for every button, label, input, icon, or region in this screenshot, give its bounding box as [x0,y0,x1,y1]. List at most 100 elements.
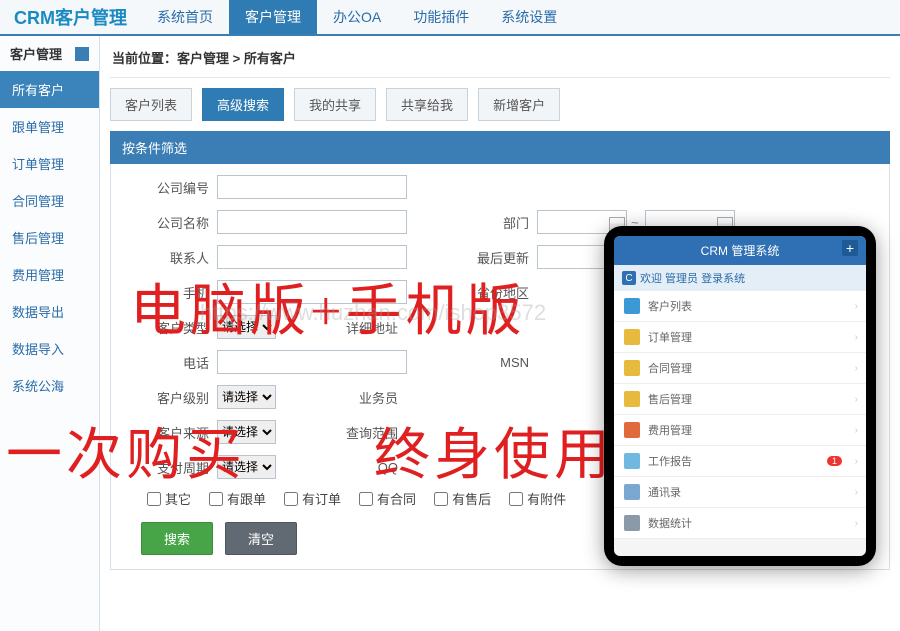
checkbox-label: 有附件 [527,489,566,508]
sidebar-item[interactable]: 数据导入 [0,330,99,367]
checkbox-item[interactable]: 有跟单 [209,489,266,508]
label-pay-cycle: 支付周期 [117,458,217,477]
chevron-right-icon: › [855,518,858,529]
checkbox-label: 有合同 [377,489,416,508]
menu-icon [624,453,640,469]
label-dept: 部门 [457,213,537,232]
phone-title: CRM 管理系统 [701,244,780,258]
checkbox-label: 其它 [165,489,191,508]
label-cust-type: 客户类型 [117,318,217,337]
menu-label: 数据统计 [648,515,692,531]
tab[interactable]: 共享给我 [386,88,468,121]
sidebar-item[interactable]: 系统公海 [0,367,99,404]
menu-label: 工作报告 [648,453,692,469]
sidebar-item[interactable]: 费用管理 [0,256,99,293]
checkbox-item[interactable]: 有合同 [359,489,416,508]
input-phone[interactable] [217,350,407,374]
topnav-item[interactable]: 系统首页 [141,0,229,34]
checkbox-item[interactable]: 有订单 [284,489,341,508]
chevron-right-icon: › [855,456,858,467]
phone-menu-item[interactable]: 售后管理› [614,384,866,415]
phone-menu-item[interactable]: 合同管理› [614,353,866,384]
menu-icon [624,329,640,345]
sidebar-item[interactable]: 订单管理 [0,145,99,182]
checkbox[interactable] [434,492,448,506]
clear-button[interactable]: 清空 [225,522,297,555]
menu-icon [624,391,640,407]
select-cust-type[interactable]: 请选择 [217,315,276,339]
phone-menu-item[interactable]: 数据统计 › [614,508,866,539]
label-msn: MSN [457,355,537,370]
topnav-item[interactable]: 办公OA [317,0,397,34]
search-button[interactable]: 搜索 [141,522,213,555]
chevron-right-icon: › [855,301,858,312]
chevron-right-icon: › [855,332,858,343]
phone-menu-item[interactable]: 订单管理 › [614,322,866,353]
tab[interactable]: 新增客户 [478,88,560,121]
menu-label: 合同管理 [648,360,692,376]
phone-welcome: C 欢迎 管理员 登录系统 [614,265,866,291]
checkbox[interactable] [359,492,373,506]
checkbox-item[interactable]: 有附件 [509,489,566,508]
panel-title: 按条件筛选 [110,131,890,164]
checkbox[interactable] [509,492,523,506]
tab[interactable]: 我的共享 [294,88,376,121]
menu-icon [624,360,640,376]
topnav-item[interactable]: 系统设置 [485,0,573,34]
checkbox-label: 有订单 [302,489,341,508]
phone-menu-item[interactable]: 费用管理› [614,415,866,446]
phone-menu-item[interactable]: 工作报告1› [614,446,866,477]
input-company-name[interactable] [217,210,407,234]
input-company-no[interactable] [217,175,407,199]
label-company-no: 公司编号 [117,178,217,197]
label-qq: QQ [326,460,406,475]
phone-menu-item[interactable]: 通讯录› [614,477,866,508]
menu-label: 客户列表 [648,298,692,314]
top-nav: 系统首页客户管理办公OA功能插件系统设置 [141,0,573,34]
select-cust-level[interactable]: 请选择 [217,385,276,409]
checkbox[interactable] [284,492,298,506]
brand-title: CRM客户管理 [0,4,141,30]
sidebar-item[interactable]: 合同管理 [0,182,99,219]
checkbox-label: 有跟单 [227,489,266,508]
phone-welcome-text: 欢迎 管理员 登录系统 [640,270,745,286]
sidebar-item[interactable]: 数据导出 [0,293,99,330]
topnav-item[interactable]: 功能插件 [397,0,485,34]
label-cust-source: 客户来源 [117,423,217,442]
phone-menu-item[interactable]: 客户列表 › [614,291,866,322]
breadcrumb: 当前位置：客户管理 > 所有客户 [110,44,890,78]
phone-screen: CRM 管理系统 + C 欢迎 管理员 登录系统 客户列表›订单管理›合同管理›… [614,236,866,556]
checkbox-item[interactable]: 有售后 [434,489,491,508]
menu-label: 订单管理 [648,329,692,345]
label-scope: 查询范围 [326,423,406,442]
sidebar-item[interactable]: 所有客户 [0,71,99,108]
input-mobile[interactable] [217,280,407,304]
menu-icon [624,298,640,314]
checkbox[interactable] [147,492,161,506]
chevron-right-icon: › [855,394,858,405]
label-address: 详细地址 [326,318,406,337]
sidebar-title: 客户管理 [0,36,99,71]
label-company-name: 公司名称 [117,213,217,232]
checkbox-item[interactable]: 其它 [147,489,191,508]
top-bar: CRM客户管理 系统首页客户管理办公OA功能插件系统设置 [0,0,900,36]
sidebar-item[interactable]: 售后管理 [0,219,99,256]
plus-icon[interactable]: + [842,240,858,256]
select-cust-source[interactable]: 请选择 [217,420,276,444]
input-contact[interactable] [217,245,407,269]
tab[interactable]: 高级搜索 [202,88,284,121]
sidebar: 客户管理 所有客户跟单管理订单管理合同管理售后管理费用管理数据导出数据导入系统公… [0,36,100,631]
select-pay-cycle[interactable]: 请选择 [217,455,276,479]
label-province: 省份地区 [457,283,537,302]
label-cust-level: 客户级别 [117,388,217,407]
topnav-item[interactable]: 客户管理 [229,0,317,34]
label-mobile: 手机 [117,283,217,302]
tab-bar: 客户列表高级搜索我的共享共享给我新增客户 [110,88,890,121]
menu-label: 通讯录 [648,484,681,500]
checkbox-label: 有售后 [452,489,491,508]
checkbox[interactable] [209,492,223,506]
label-last-update: 最后更新 [457,248,537,267]
logo-icon: C [622,271,636,285]
tab[interactable]: 客户列表 [110,88,192,121]
sidebar-item[interactable]: 跟单管理 [0,108,99,145]
